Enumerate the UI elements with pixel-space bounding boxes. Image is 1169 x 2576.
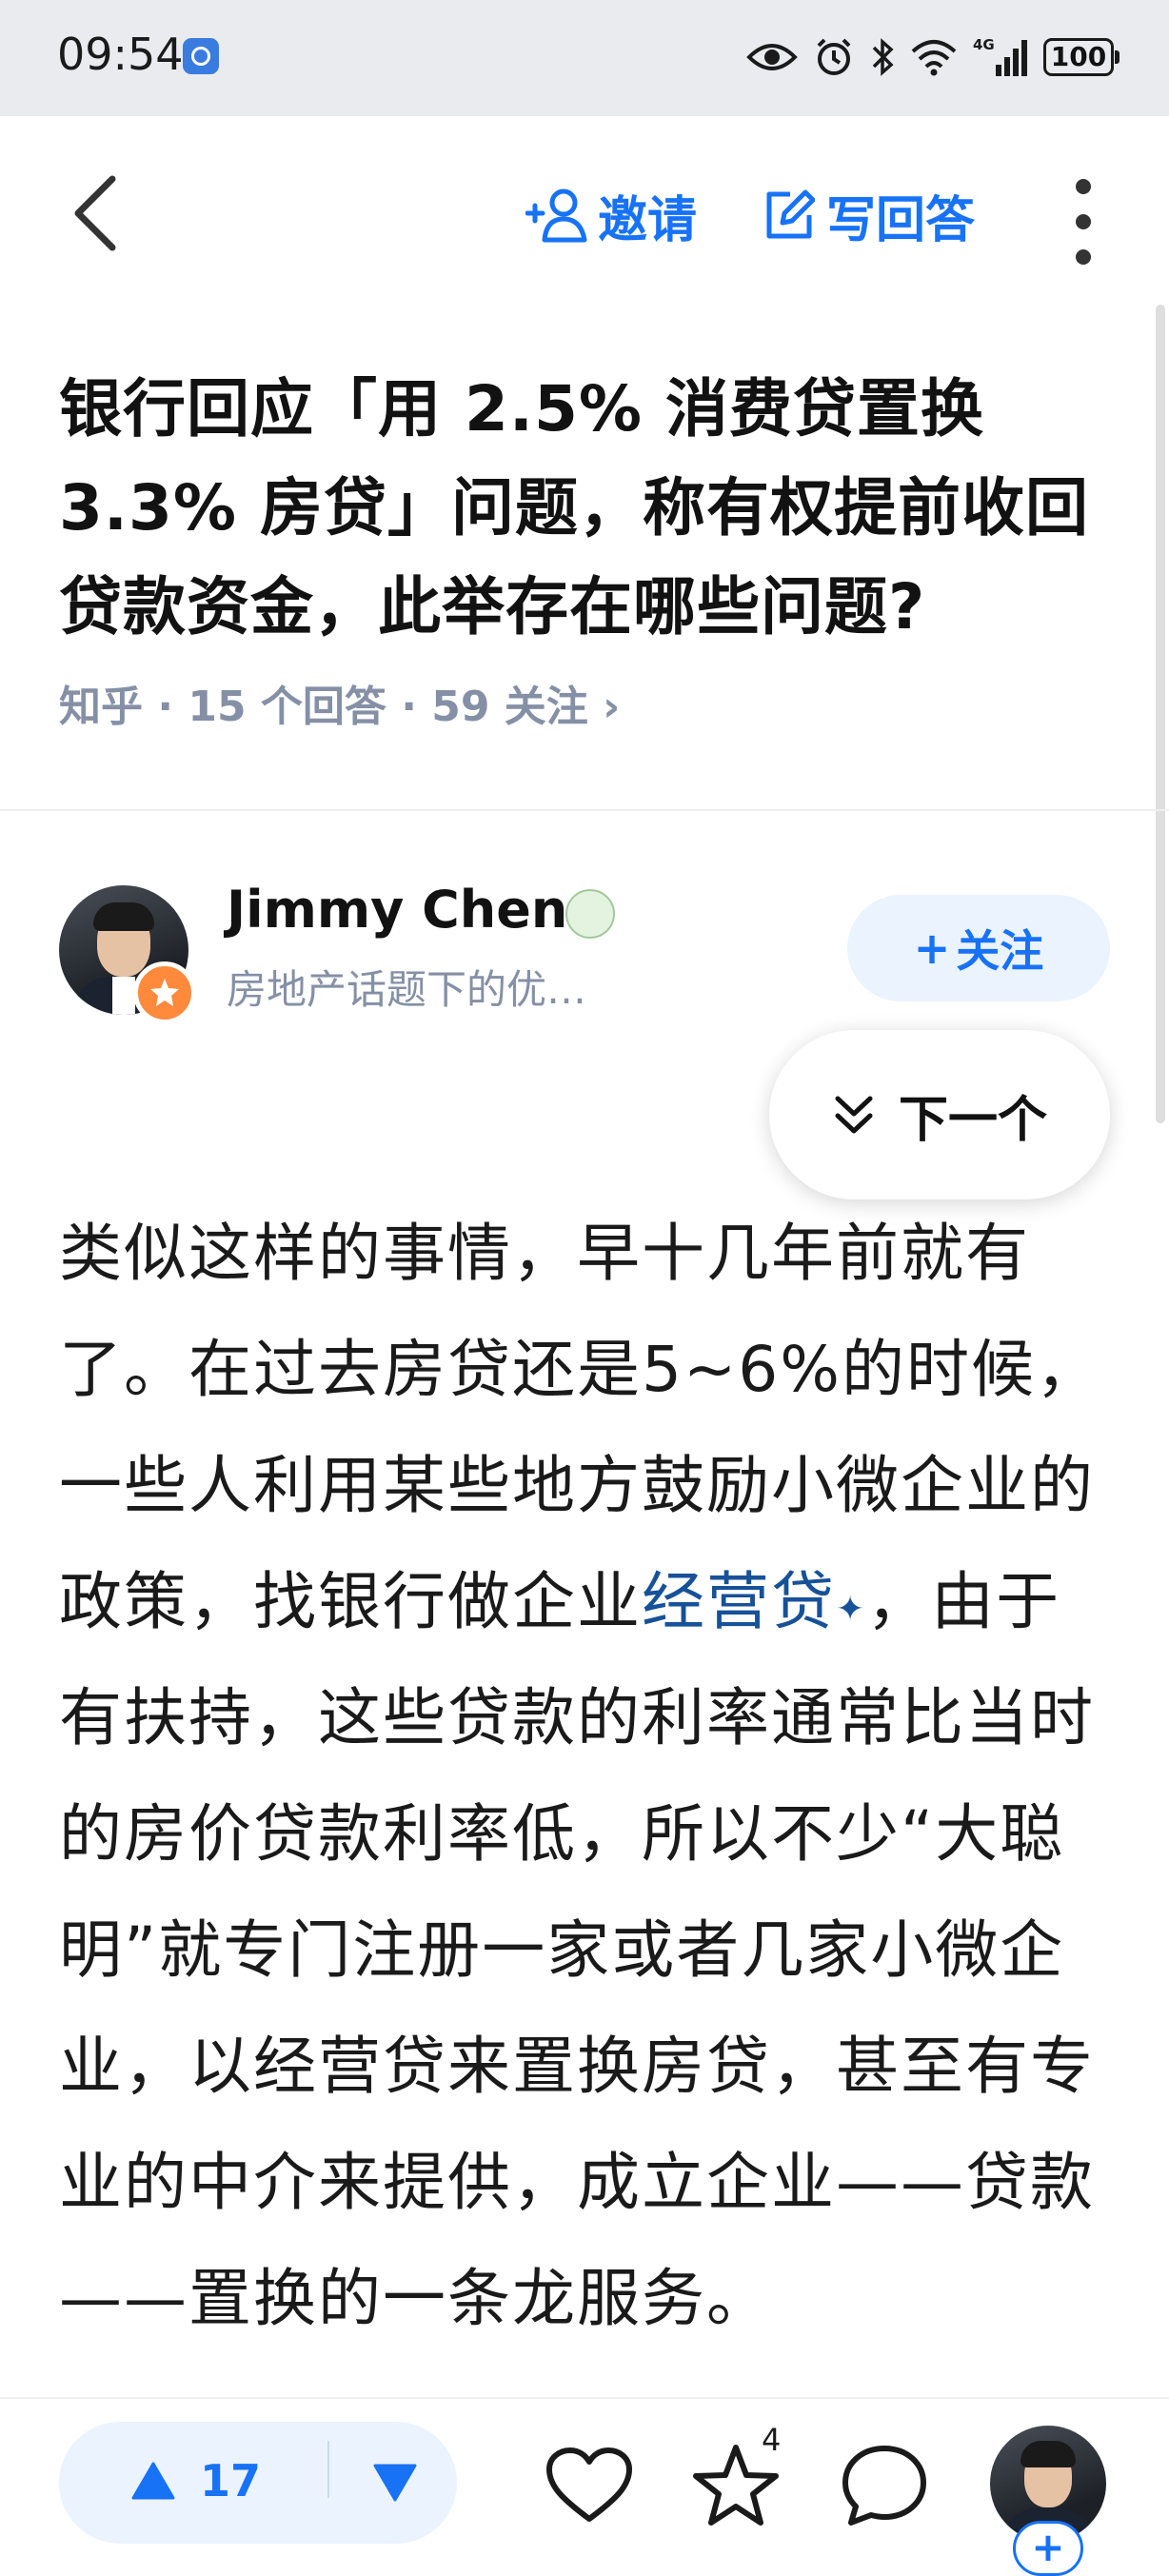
battery-indicator: 100: [1043, 38, 1119, 76]
svg-text:4G: 4G: [973, 36, 995, 53]
double-chevron-down-icon: [835, 1096, 873, 1134]
wifi-icon: [911, 40, 957, 76]
excellent-answerer-badge-icon: [133, 961, 196, 1024]
avatar-hair: [93, 902, 154, 931]
avatar-shirt: [112, 977, 135, 1015]
author-description[interactable]: 房地产话题下的优…: [227, 958, 586, 1016]
more-dot: [1076, 214, 1091, 229]
favorite-count: 4: [762, 2422, 782, 2458]
more-dot: [1076, 179, 1091, 194]
triangle-down-icon: [373, 2464, 417, 2502]
invite-label: 邀请: [598, 191, 698, 249]
page-scrollbar[interactable]: [1156, 305, 1165, 1123]
vote-separator: [327, 2441, 329, 2498]
follow-button[interactable]: + 关注: [847, 895, 1110, 1001]
next-answer-button[interactable]: 下一个: [769, 1030, 1110, 1199]
status-time: 09:54: [57, 29, 184, 80]
top-nav-bar: 邀请 写回答: [0, 116, 1169, 307]
add-user-icon: [525, 188, 587, 243]
chevron-left-icon: [74, 175, 116, 251]
more-options-button[interactable]: [1064, 179, 1102, 265]
triangle-up-icon: [131, 2462, 175, 2500]
question-title[interactable]: 银行回应「用 2.5% 消费贷置换 3.3% 房贷」问题，称有权提前收回贷款资金…: [59, 360, 1116, 657]
downvote-button[interactable]: [373, 2464, 417, 2506]
author-name[interactable]: Jimmy Chen: [227, 880, 567, 940]
divider: [0, 809, 1169, 811]
keyword-link[interactable]: 经营贷: [642, 1565, 836, 1638]
invite-button[interactable]: 邀请: [525, 179, 697, 251]
more-dot: [1076, 249, 1091, 265]
answer-text: ，由于有扶持，这些贷款的利率通常比当时的房价贷款利率低，所以不少“大聪明”就专门…: [59, 1565, 1095, 2335]
answer-content: 类似这样的事情，早十几年前就有了。在过去房贷还是5~6%的时候，一些人利用某些地…: [59, 1196, 1116, 2386]
status-bar: 09:54 4G 100: [0, 0, 1169, 116]
heart-icon: [546, 2447, 632, 2522]
comment-button[interactable]: [840, 2443, 929, 2532]
cellular-signal-icon: 4G: [973, 36, 1027, 76]
like-button[interactable]: [545, 2447, 634, 2528]
alarm-icon: [817, 38, 851, 75]
follow-label: 关注: [956, 925, 1044, 977]
bluetooth-icon: [872, 38, 894, 76]
star-icon: [150, 979, 179, 1006]
next-answer-label: 下一个: [898, 1091, 1047, 1149]
write-answer-button[interactable]: 写回答: [762, 179, 975, 251]
status-icons: 4G 100: [746, 30, 1119, 84]
plus-icon: +: [913, 922, 951, 974]
write-answer-label: 写回答: [826, 191, 976, 249]
eye-icon: [746, 44, 798, 70]
back-button[interactable]: [65, 173, 131, 253]
follow-author-plus-button[interactable]: +: [1013, 2521, 1083, 2576]
sparkle-icon: ✦: [836, 1590, 867, 1629]
question-meta[interactable]: 知乎 · 15 个回答 · 59 关注 ›: [59, 672, 620, 733]
author-level-icon: [565, 889, 615, 939]
upvote-button[interactable]: 17: [131, 2443, 261, 2519]
comment-bubble-icon: [842, 2446, 926, 2526]
upvote-count: 17: [200, 2455, 262, 2507]
bottom-action-bar: 17 4 +: [0, 2397, 1169, 2576]
app-notification-icon: [183, 38, 219, 74]
edit-icon: [766, 189, 815, 239]
avatar-hair: [1020, 2441, 1076, 2467]
